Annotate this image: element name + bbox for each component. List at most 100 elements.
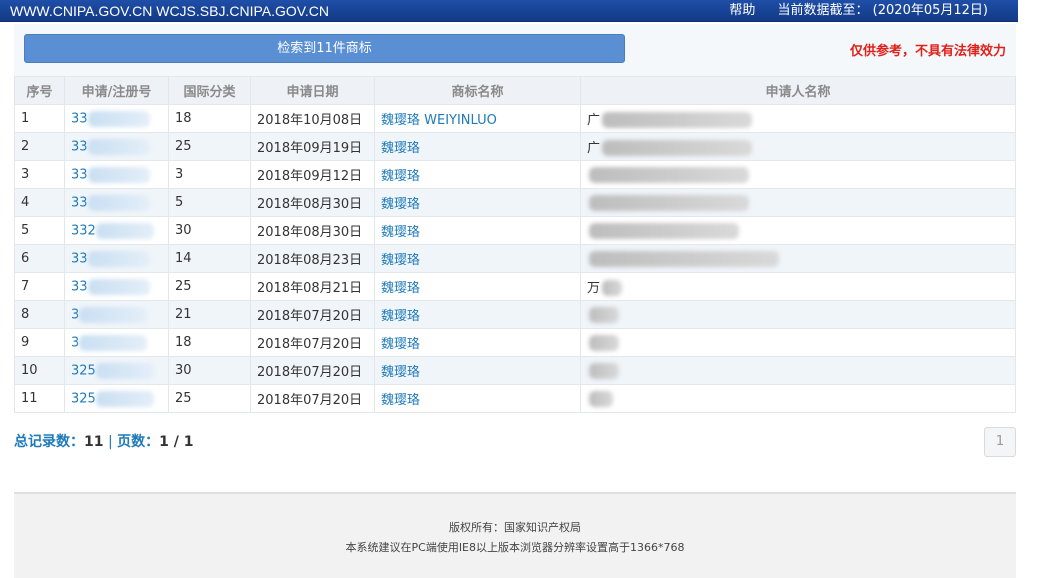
cell-trademark-name-text: 魏璎珞: [381, 253, 421, 268]
cell-trademark-name-text: 魏璎珞: [381, 141, 421, 156]
redacted-mask: [589, 166, 749, 183]
pages-label: 页数：: [117, 434, 160, 450]
cell-no: 1: [14, 104, 65, 133]
table-row: 3 33 3 2018年09月12日 魏璎珞: [14, 160, 1016, 189]
cell-reg-no[interactable]: 33: [64, 244, 169, 273]
cell-class-text: 3: [175, 167, 184, 182]
cell-trademark-name[interactable]: 魏璎珞: [374, 300, 581, 329]
cell-no: 6: [14, 244, 65, 273]
cell-trademark-name-text: 魏璎珞 WEIYINLUO: [381, 113, 497, 128]
cell-trademark-name[interactable]: 魏璎珞: [374, 384, 581, 413]
table-row: 7 33 25 2018年08月21日 魏璎珞 万: [14, 272, 1016, 301]
redacted-mask: [589, 362, 619, 379]
cell-trademark-name[interactable]: 魏璎珞: [374, 328, 581, 357]
cell-class: 25: [168, 384, 251, 413]
cell-reg-no-text: 3: [71, 307, 80, 322]
col-class: 国际分类: [168, 76, 251, 105]
cell-trademark-name[interactable]: 魏璎珞: [374, 272, 581, 301]
cell-trademark-name[interactable]: 魏璎珞: [374, 216, 581, 245]
cell-trademark-name[interactable]: 魏璎珞: [374, 244, 581, 273]
pager: 总记录数：11 | 页数：1 / 1 1: [14, 427, 1016, 487]
redacted-mask: [602, 280, 623, 297]
redacted-mask: [602, 112, 753, 129]
table-row: 4 33 5 2018年08月30日 魏璎珞: [14, 188, 1016, 217]
page-1-button[interactable]: 1: [984, 427, 1016, 457]
cell-class: 21: [168, 300, 251, 329]
cell-class: 25: [168, 272, 251, 301]
cell-trademark-name[interactable]: 魏璎珞: [374, 132, 581, 161]
cell-reg-no-text: 325: [71, 363, 96, 378]
cell-trademark-name-text: 魏璎珞: [381, 393, 421, 408]
cell-reg-no[interactable]: 33: [64, 132, 169, 161]
cell-trademark-name[interactable]: 魏璎珞: [374, 356, 581, 385]
cell-class-text: 25: [175, 279, 192, 294]
cell-applicant: 广: [580, 104, 1016, 133]
cell-trademark-name-text: 魏璎珞: [381, 281, 421, 296]
table-row: 8 3 21 2018年07月20日 魏璎珞: [14, 300, 1016, 329]
cell-no-text: 4: [21, 195, 30, 210]
cell-date: 2018年08月23日: [250, 244, 375, 273]
col-no: 序号: [14, 76, 65, 105]
pager-separator: |: [107, 434, 113, 450]
cell-reg-no-text: 3: [71, 335, 80, 350]
redacted-mask: [87, 138, 150, 155]
cell-date: 2018年08月30日: [250, 188, 375, 217]
result-bar: 检索到11件商标 仅供参考，不具有法律效力: [14, 24, 1016, 76]
cell-date: 2018年09月19日: [250, 132, 375, 161]
cell-reg-no-text: 33: [71, 167, 88, 182]
result-count-button[interactable]: 检索到11件商标: [24, 34, 625, 63]
cell-reg-no-text: 33: [71, 195, 88, 210]
cell-applicant: [580, 384, 1016, 413]
cell-trademark-name[interactable]: 魏璎珞: [374, 188, 581, 217]
cell-date: 2018年07月20日: [250, 300, 375, 329]
table-row: 10 325 30 2018年07月20日 魏璎珞: [14, 356, 1016, 385]
redacted-mask: [95, 222, 154, 239]
copyright: 版权所有：国家知识产权局: [449, 521, 581, 534]
cell-date-text: 2018年07月20日: [257, 337, 363, 352]
cell-trademark-name[interactable]: 魏璎珞 WEIYINLUO: [374, 104, 581, 133]
cell-reg-no-text: 332: [71, 223, 96, 238]
redacted-mask: [79, 334, 148, 351]
cell-no: 8: [14, 300, 65, 329]
cell-reg-no[interactable]: 3: [64, 300, 169, 329]
cell-date: 2018年10月08日: [250, 104, 375, 133]
cell-applicant: [580, 328, 1016, 357]
cell-reg-no[interactable]: 325: [64, 384, 169, 413]
cell-no: 5: [14, 216, 65, 245]
browser-note: 本系统建议在PC端使用IE8以上版本浏览器分辨率设置高于1366*768: [345, 541, 685, 554]
cell-date: 2018年08月21日: [250, 272, 375, 301]
cell-reg-no[interactable]: 33: [64, 188, 169, 217]
cell-date: 2018年08月30日: [250, 216, 375, 245]
cell-reg-no[interactable]: 3: [64, 328, 169, 357]
cell-trademark-name-text: 魏璎珞: [381, 337, 421, 352]
cell-date: 2018年09月12日: [250, 160, 375, 189]
site-urls[interactable]: WWW.CNIPA.GOV.CN WCJS.SBJ.CNIPA.GOV.CN: [10, 0, 329, 22]
cell-reg-no[interactable]: 33: [64, 104, 169, 133]
redacted-mask: [589, 250, 779, 267]
cell-reg-no-text: 33: [71, 139, 88, 154]
help-link[interactable]: 帮助: [729, 3, 755, 18]
cell-no-text: 7: [21, 279, 30, 294]
redacted-mask: [87, 110, 150, 127]
cell-reg-no[interactable]: 33: [64, 160, 169, 189]
redacted-mask: [589, 390, 613, 407]
cell-applicant: 万: [580, 272, 1016, 301]
cell-applicant: [580, 216, 1016, 245]
redacted-mask: [589, 334, 619, 351]
cell-no: 4: [14, 188, 65, 217]
cell-no: 9: [14, 328, 65, 357]
cell-reg-no[interactable]: 332: [64, 216, 169, 245]
cell-reg-no[interactable]: 33: [64, 272, 169, 301]
cell-applicant: [580, 160, 1016, 189]
cell-class: 30: [168, 356, 251, 385]
cell-class-text: 5: [175, 195, 184, 210]
cell-trademark-name[interactable]: 魏璎珞: [374, 160, 581, 189]
cell-date-text: 2018年07月20日: [257, 365, 363, 380]
cell-reg-no[interactable]: 325: [64, 356, 169, 385]
cell-trademark-name-text: 魏璎珞: [381, 197, 421, 212]
cell-date-text: 2018年10月08日: [257, 113, 363, 128]
cell-applicant: 广: [580, 132, 1016, 161]
redacted-mask: [95, 390, 154, 407]
col-date: 申请日期: [250, 76, 375, 105]
cell-class-text: 14: [175, 251, 192, 266]
